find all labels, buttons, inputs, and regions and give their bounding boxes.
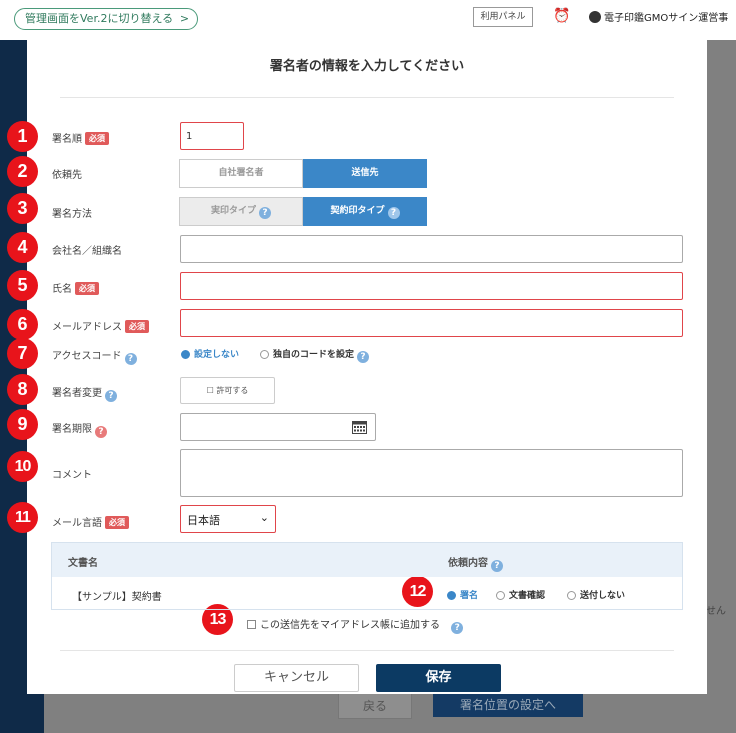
company-label: 会社名／組織名 [52,246,122,257]
table-header: 文書名 依頼内容? [52,543,682,577]
cancel-button[interactable]: キャンセル [234,664,359,692]
signer-change-label: 署名者変更? [52,384,117,402]
table-row: 【サンプル】契約書 署名 文書確認 送付しない [52,577,682,611]
add-address-book-checkbox[interactable]: この送信先をマイアドレス帳に追加する ? [247,616,464,634]
back-button[interactable]: 戻る [338,693,412,719]
background-text: せん [706,606,726,617]
marker-6: 6 [7,309,38,340]
required-badge: 必須 [105,516,129,529]
comment-textarea[interactable] [180,449,683,497]
marker-2: 2 [7,156,38,187]
help-icon[interactable]: ? [105,390,117,402]
required-badge: 必須 [125,320,149,333]
user-icon [589,11,601,23]
radio-unchecked-icon [496,591,505,600]
mail-language-select[interactable]: 日本語 ⌄ [180,505,276,533]
col-document-name: 文書名 [68,558,98,569]
position-settings-button[interactable]: 署名位置の設定へ [433,693,583,717]
marker-8: 8 [7,374,38,405]
help-icon[interactable]: ? [387,207,400,219]
col-request-content: 依頼内容? [448,554,503,572]
marker-11: 11 [7,502,38,533]
request-confirm-radio[interactable]: 文書確認 [496,588,545,601]
email-label: メールアドレス 必須 [52,318,149,333]
marker-9: 9 [7,409,38,440]
sign-method-seal-option[interactable]: 実印タイプ? [179,197,303,226]
access-code-label: アクセスコード? [52,347,137,365]
name-input[interactable] [180,272,683,300]
access-code-none-radio[interactable]: 設定しない [181,347,239,360]
top-bar: 管理画面をVer.2に切り替える > 利用パネル ⏰ 電子印鑑GMOサイン運営事 [0,0,736,41]
access-code-custom-radio[interactable]: 独自のコードを設定? [260,347,370,363]
order-label: 署名順 必須 [52,130,109,145]
alarm-clock-icon[interactable]: ⏰ [553,8,570,24]
deadline-label: 署名期限? [52,420,107,438]
company-input[interactable] [180,235,683,263]
name-label: 氏名 必須 [52,280,99,295]
required-badge: 必須 [85,132,109,145]
sign-method-contract-option[interactable]: 契約印タイプ? [303,197,427,226]
deadline-input[interactable] [180,413,376,441]
divider [60,97,674,98]
radio-unchecked-icon [260,350,269,359]
help-icon[interactable]: ? [357,351,370,363]
signer-info-dialog: 署名者の情報を入力してください 1 2 3 4 5 6 7 8 9 10 11 … [7,38,707,694]
help-icon[interactable]: ? [95,426,107,438]
checkbox-icon [247,620,256,629]
allow-signer-change-checkbox[interactable]: ☐ 許可する [180,377,275,404]
mail-language-label: メール言語 必須 [52,514,129,529]
divider [60,650,674,651]
chevron-down-icon: ⌄ [259,511,269,524]
request-sign-radio[interactable]: 署名 [447,588,478,601]
calendar-icon[interactable] [352,420,367,434]
request-to-internal-option[interactable]: 自社署名者 [179,159,303,188]
request-to-recipient-option[interactable]: 送信先 [303,159,427,188]
document-name: 【サンプル】契約書 [72,592,162,603]
marker-3: 3 [7,193,38,224]
marker-10: 10 [7,451,38,482]
marker-4: 4 [7,232,38,263]
order-input[interactable]: 1 [180,122,244,150]
switch-version-button[interactable]: 管理画面をVer.2に切り替える > [14,8,199,30]
comment-label: コメント [52,470,92,481]
sign-method-label: 署名方法 [52,209,92,220]
required-badge: 必須 [75,282,99,295]
dialog-title: 署名者の情報を入力してください [269,59,465,74]
help-icon[interactable]: ? [451,622,464,634]
chevron-right-icon: > [179,12,190,25]
user-menu[interactable]: 電子印鑑GMOサイン運営事 [589,9,728,24]
marker-5: 5 [7,270,38,301]
radio-unchecked-icon [567,591,576,600]
email-input[interactable] [180,309,683,337]
request-to-label: 依頼先 [52,170,82,181]
document-table: 文書名 依頼内容? 【サンプル】契約書 署名 文書確認 送付しない [51,542,683,610]
usage-panel-button[interactable]: 利用パネル [473,7,533,27]
radio-checked-icon [447,591,456,600]
radio-checked-icon [181,350,190,359]
help-icon[interactable]: ? [124,353,137,365]
save-button[interactable]: 保存 [376,664,501,692]
marker-7: 7 [7,338,38,369]
help-icon[interactable]: ? [491,560,503,572]
marker-1: 1 [7,121,38,152]
request-no-send-radio[interactable]: 送付しない [567,588,625,601]
help-icon[interactable]: ? [259,207,271,219]
